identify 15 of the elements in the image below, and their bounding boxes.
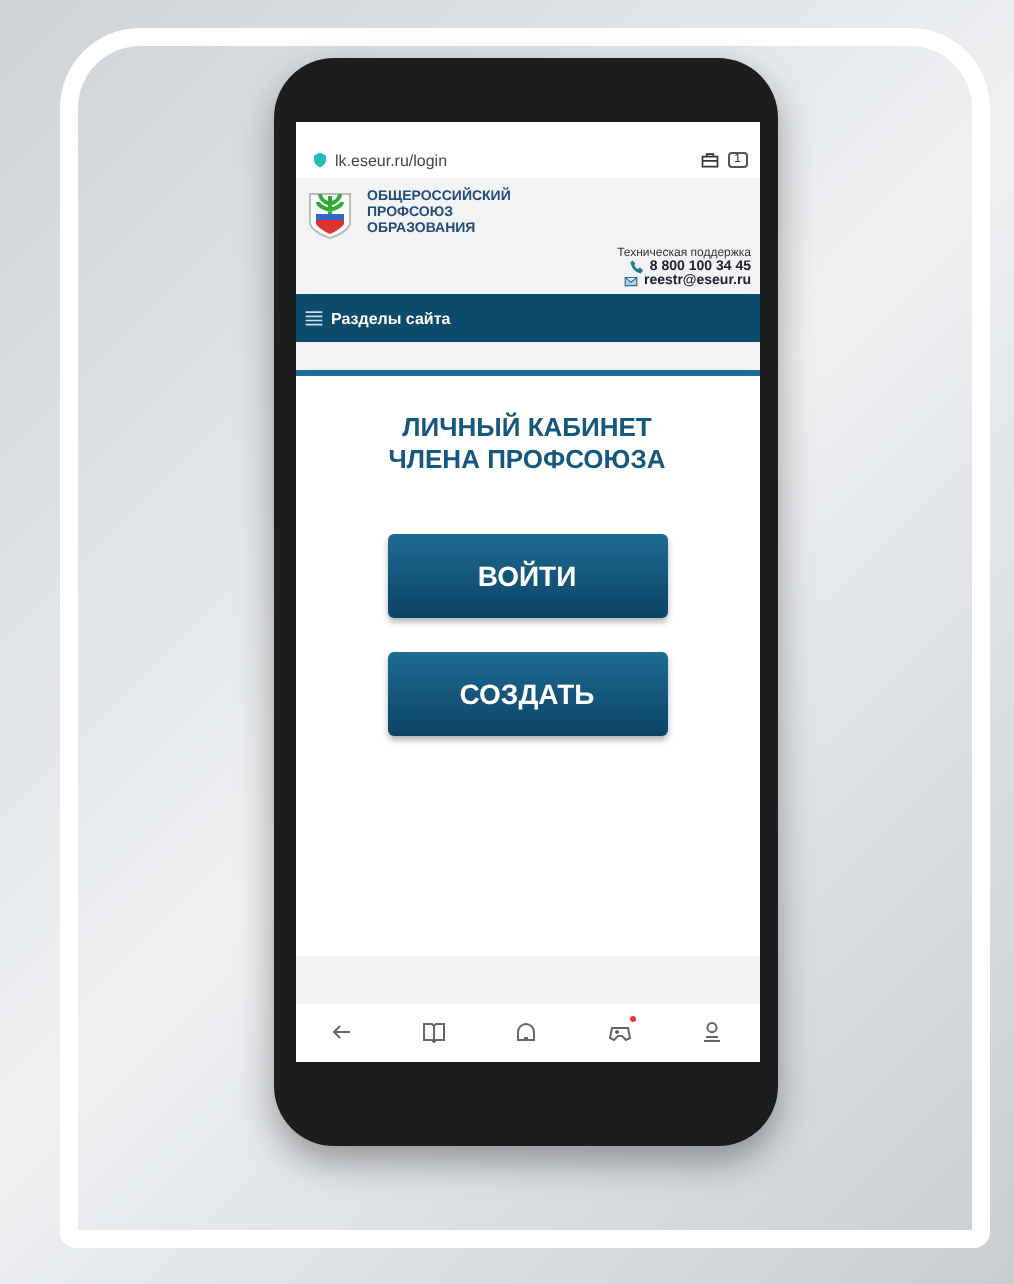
union-logo-icon (307, 188, 351, 240)
page-title: ЛИЧНЫЙ КАБИНЕТ ЧЛЕНА ПРОФСОЮЗА (386, 412, 668, 475)
login-button[interactable]: ВОЙТИ (387, 534, 667, 619)
home-icon[interactable] (514, 1020, 539, 1044)
menu-icon (303, 308, 323, 328)
book-icon[interactable] (422, 1020, 447, 1044)
site-menu-bar[interactable]: Разделы сайта (295, 294, 759, 342)
phone-icon (629, 260, 644, 274)
profile-icon[interactable] (700, 1020, 725, 1044)
briefcase-icon[interactable] (700, 150, 721, 170)
create-button[interactable]: СОЗДАТЬ (387, 652, 667, 737)
back-arrow-icon[interactable] (329, 1020, 354, 1044)
mail-icon (623, 274, 638, 288)
url-text[interactable]: lk.eseur.ru/login (335, 151, 693, 169)
shield-icon (311, 152, 327, 168)
